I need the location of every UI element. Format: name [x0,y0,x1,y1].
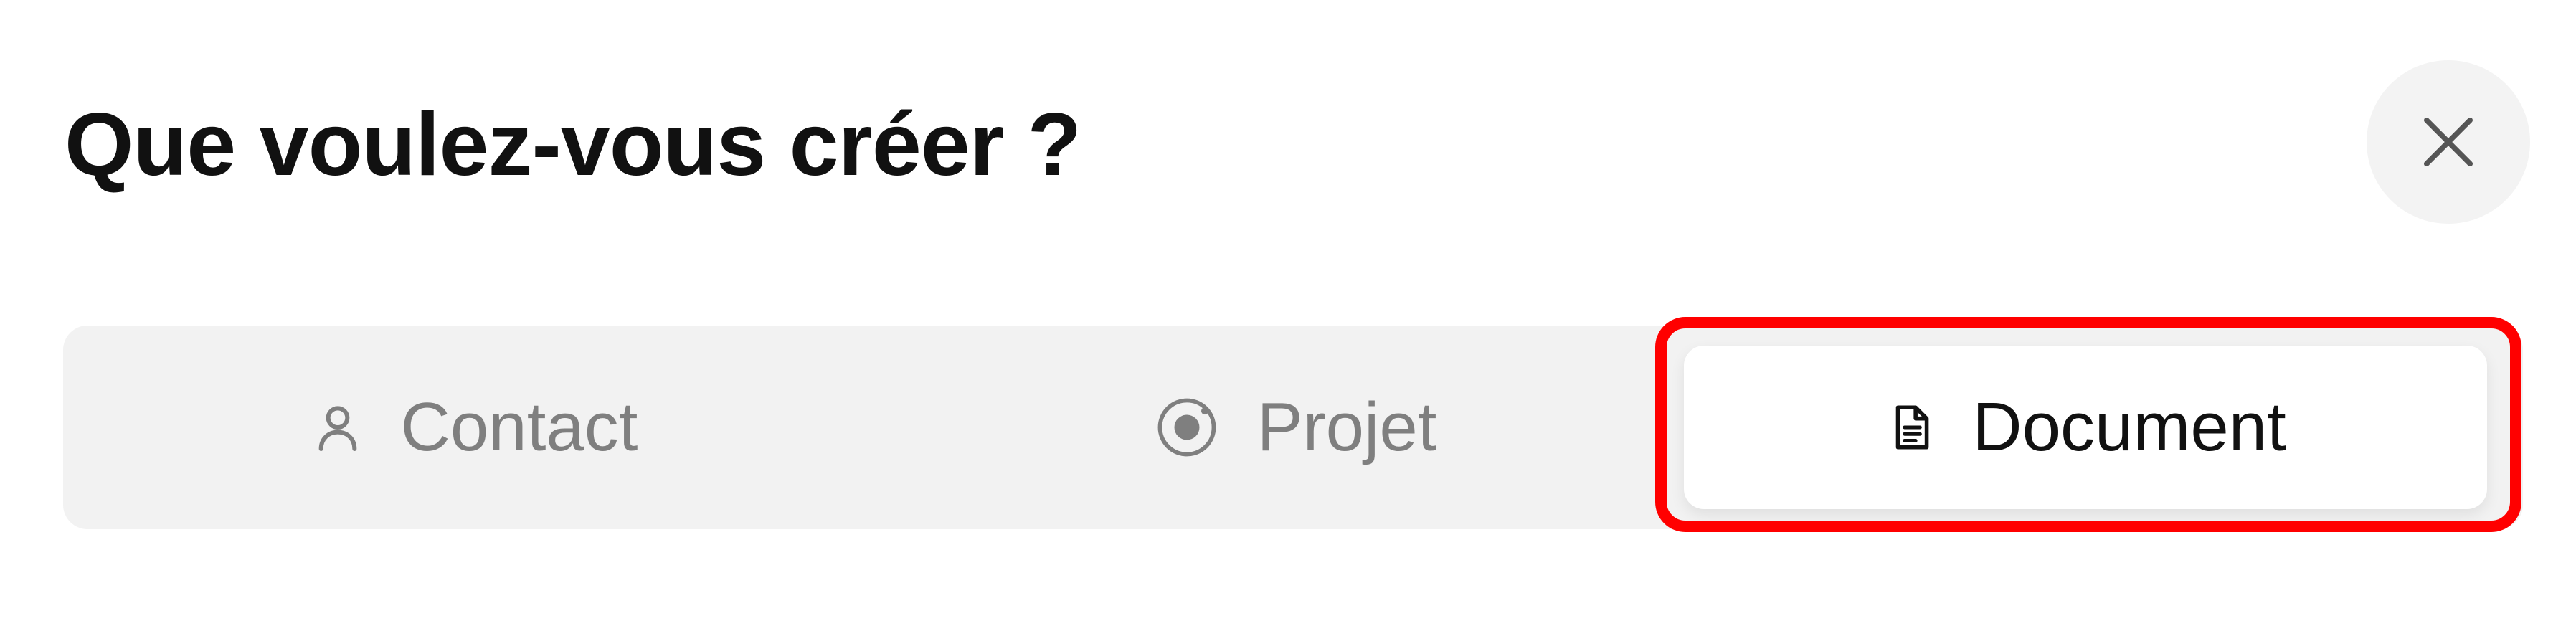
user-icon [309,399,366,456]
close-button[interactable] [2367,60,2530,224]
tab-projet-label: Projet [1256,389,1437,465]
target-icon [1151,392,1223,463]
tab-document-label: Document [1972,389,2286,465]
create-type-tabs: Contact Projet Document [63,326,2523,529]
tab-contact[interactable]: Contact [63,326,884,529]
close-icon [2423,117,2473,167]
tab-document[interactable]: Document [1684,346,2487,509]
tab-projet[interactable]: Projet [884,326,1704,529]
tab-contact-label: Contact [400,389,638,465]
dialog-title: Que voulez-vous créer ? [65,95,1081,194]
document-icon [1885,397,1938,457]
